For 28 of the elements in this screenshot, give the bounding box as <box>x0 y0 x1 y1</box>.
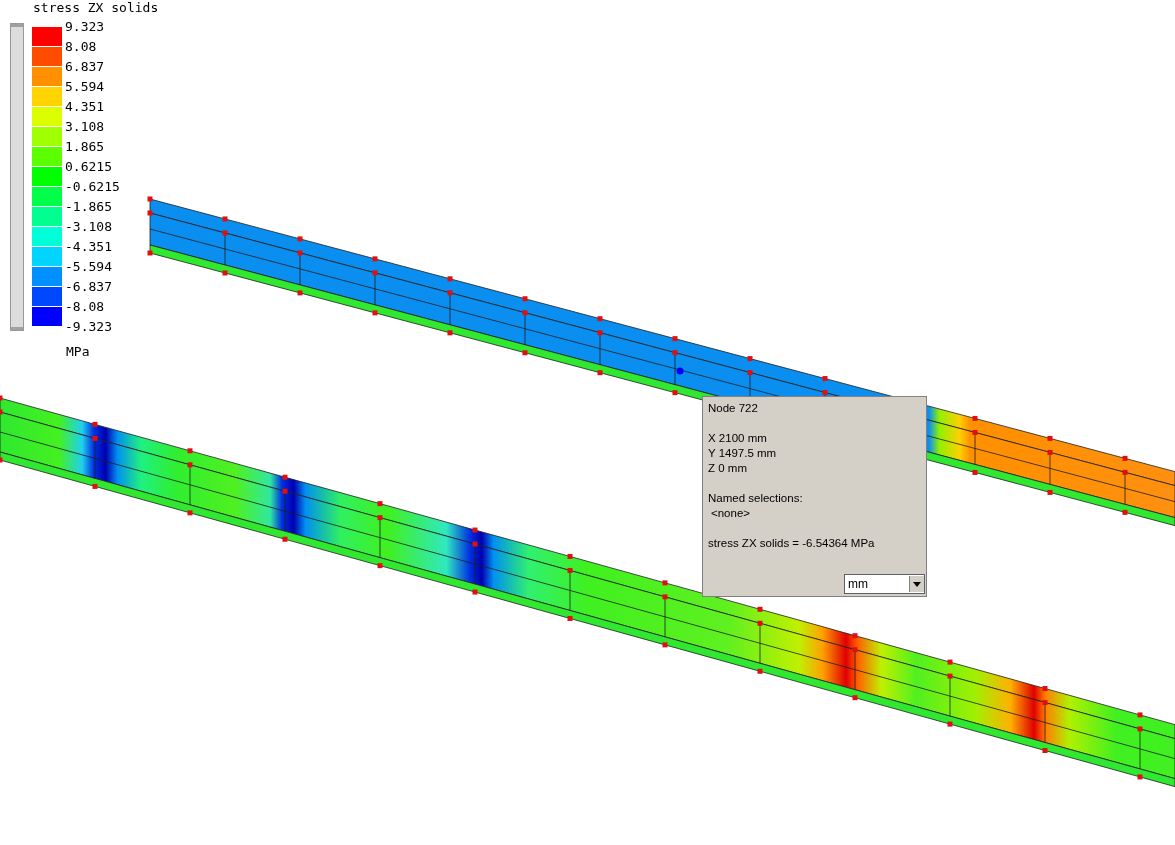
legend-value: 1.865 <box>65 138 106 156</box>
node-coordinate: Y 1497.5 mm <box>708 446 778 461</box>
legend-value: -6.837 <box>65 278 113 296</box>
legend-value: -0.6215 <box>65 178 120 196</box>
legend-value: 4.351 <box>65 98 106 116</box>
legend-value: 5.594 <box>65 78 106 96</box>
legend-value: -4.351 <box>65 238 113 256</box>
legend-value: 6.837 <box>65 58 106 76</box>
legend-value: -9.323 <box>65 318 113 336</box>
result-value: stress ZX solids = -6.54364 MPa <box>708 536 876 551</box>
selections-value: <none> <box>710 506 751 521</box>
unit-dropdown[interactable]: mm <box>844 574 925 594</box>
legend-value: 0.6215 <box>65 158 113 176</box>
legend-value: 9.323 <box>65 18 106 36</box>
legend-value: 8.08 <box>65 38 98 56</box>
legend-title: stress ZX solids <box>33 0 159 15</box>
legend-value: 3.108 <box>65 118 106 136</box>
legend-value: -5.594 <box>65 258 113 276</box>
node-coordinate: Z 0 mm <box>708 461 748 476</box>
legend-unit: MPa <box>66 344 91 359</box>
node-coordinate: X 2100 mm <box>708 431 768 446</box>
selected-node-marker <box>676 367 684 375</box>
legend-value: -8.08 <box>65 298 106 316</box>
range-slider[interactable] <box>10 23 24 331</box>
legend-value: -3.108 <box>65 218 113 236</box>
selections-label: Named selections: <box>708 491 804 506</box>
node-title: Node 722 <box>708 401 759 416</box>
legend-value: -1.865 <box>65 198 113 216</box>
